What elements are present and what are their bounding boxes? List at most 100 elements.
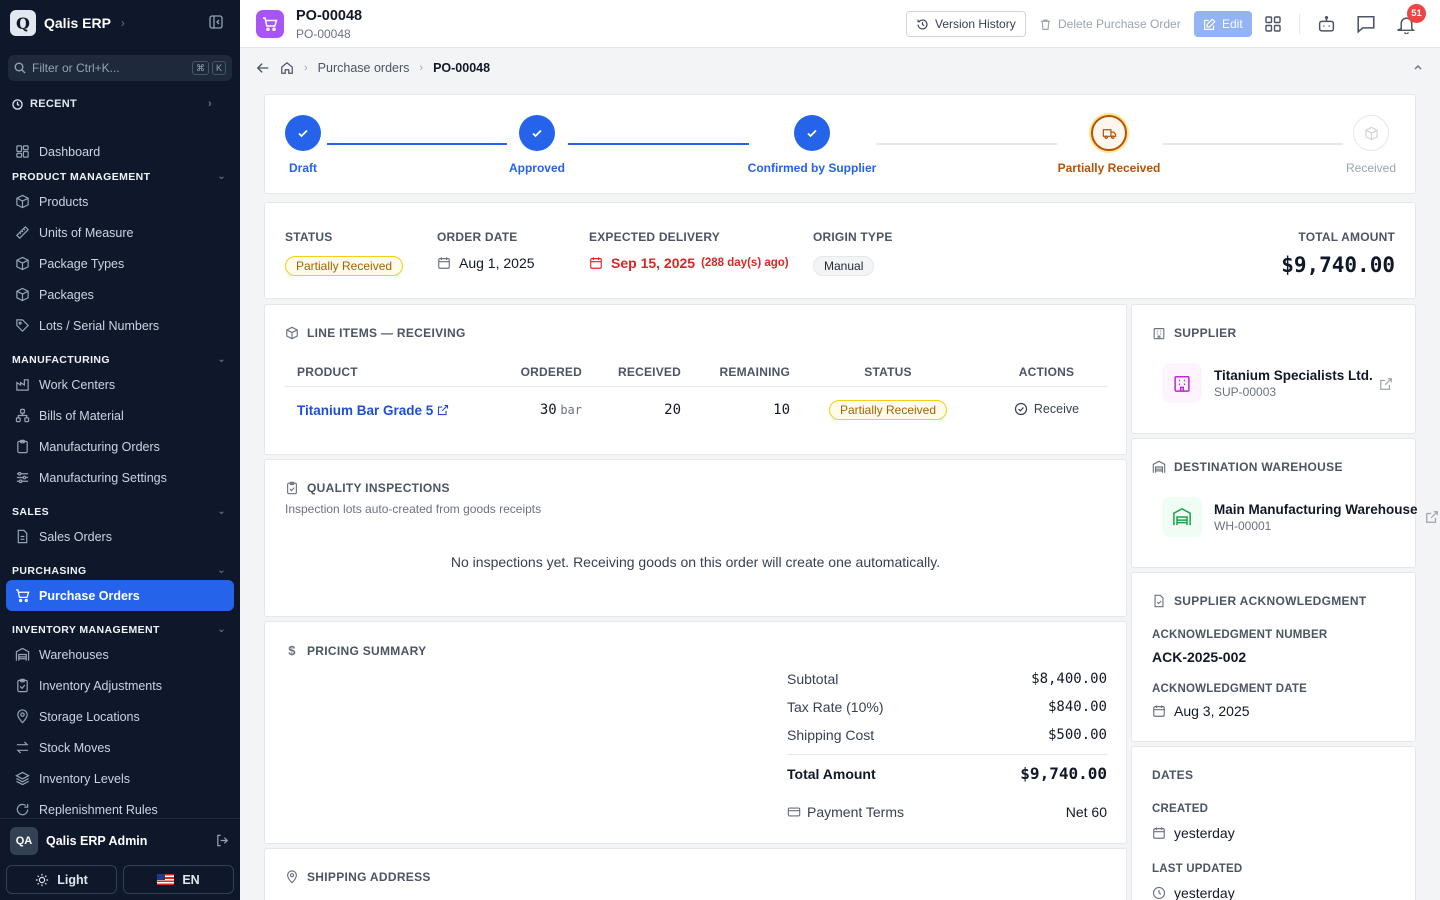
- sidebar-item-label: Inventory Adjustments: [39, 678, 162, 693]
- check-icon: [794, 115, 830, 151]
- sidebar-item-manufacturing-settings[interactable]: Manufacturing Settings: [6, 462, 234, 493]
- shipping-cost-label: Shipping Cost: [787, 727, 875, 743]
- back-arrow-icon[interactable]: [256, 61, 270, 75]
- truck-icon: [1091, 115, 1127, 151]
- sidebar-item-inventory-adjustments[interactable]: Inventory Adjustments: [6, 670, 234, 701]
- theme-toggle-button[interactable]: Light: [6, 865, 117, 894]
- sidebar-item-warehouses[interactable]: Warehouses: [6, 639, 234, 670]
- receive-button[interactable]: Receive: [1014, 402, 1079, 416]
- sidebar-item-lots-serial-numbers[interactable]: Lots / Serial Numbers: [6, 310, 234, 341]
- quality-inspections-card: QUALITY INSPECTIONS Inspection lots auto…: [264, 459, 1127, 617]
- package-check-icon: [1353, 115, 1389, 151]
- sidebar-item-label: Manufacturing Settings: [39, 470, 167, 485]
- supplier-entity[interactable]: Titanium Specialists Ltd. SUP-00003: [1162, 363, 1373, 403]
- chevron-up-icon[interactable]: [1412, 61, 1424, 73]
- home-icon[interactable]: [280, 61, 294, 75]
- sidebar-item-inventory-levels[interactable]: Inventory Levels: [6, 763, 234, 794]
- hierarchy-icon: [15, 408, 30, 423]
- sidebar-item-package-types[interactable]: Package Types: [6, 248, 234, 279]
- version-history-label: Version History: [935, 17, 1016, 31]
- language-button[interactable]: EN: [123, 865, 234, 894]
- remaining-qty: 10: [773, 402, 790, 419]
- table-row: Titanium Bar Grade 5 30 bar 20 10 Partia…: [285, 386, 1107, 434]
- version-history-button[interactable]: Version History: [906, 11, 1026, 37]
- nav-section-product-management[interactable]: PRODUCT MANAGEMENT ⌄: [6, 167, 234, 186]
- payment-terms-row: Payment Terms Net 60: [787, 804, 1107, 820]
- status-badge: Partially Received: [285, 256, 404, 276]
- sidebar-item-dashboard[interactable]: Dashboard: [6, 136, 234, 167]
- warehouse-entity[interactable]: Main Manufacturing Warehouse WH-00001: [1162, 497, 1418, 537]
- sidebar-item-packages[interactable]: Packages: [6, 279, 234, 310]
- nav-section-purchasing[interactable]: PURCHASING ⌄: [6, 561, 234, 580]
- chevron-down-icon: ⌄: [217, 506, 226, 517]
- quality-inspections-title: QUALITY INSPECTIONS: [307, 481, 450, 495]
- theme-label: Light: [57, 872, 88, 887]
- warehouse-icon: [1152, 460, 1166, 473]
- check-icon: [285, 115, 321, 151]
- external-link-icon[interactable]: [1425, 510, 1439, 524]
- supplier-acknowledgment-card: SUPPLIER ACKNOWLEDGMENT ACKNOWLEDGMENT N…: [1131, 572, 1416, 742]
- nav-section-manufacturing[interactable]: MANUFACTURING ⌄: [6, 350, 234, 369]
- map-pin-icon: [17, 709, 28, 724]
- payment-terms-value: Net 60: [1065, 804, 1107, 820]
- check-icon: [519, 115, 555, 151]
- sidebar-item-storage-locations[interactable]: Storage Locations: [6, 701, 234, 732]
- sidebar-filter-input[interactable]: [32, 61, 182, 75]
- acknowledgment-date-value: Aug 3, 2025: [1174, 703, 1250, 719]
- subtotal-label: Subtotal: [787, 671, 839, 687]
- received-qty: 20: [664, 402, 681, 419]
- sidebar-nav: Dashboard PRODUCT MANAGEMENT ⌄ Products U…: [6, 136, 234, 816]
- ordered-qty: 30: [539, 402, 557, 419]
- apps-grid-icon[interactable]: [1262, 13, 1284, 35]
- product-link[interactable]: Titanium Bar Grade 5: [297, 403, 433, 418]
- acknowledgment-number-label: ACKNOWLEDGMENT NUMBER: [1152, 629, 1328, 641]
- nav-section-inventory-management[interactable]: INVENTORY MANAGEMENT ⌄: [6, 620, 234, 639]
- dates-title: DATES: [1152, 768, 1194, 782]
- external-link-icon[interactable]: [437, 404, 449, 416]
- user-profile[interactable]: QA Qalis ERP Admin: [0, 818, 240, 862]
- total-amount-value: $9,740.00: [1281, 253, 1395, 277]
- sidebar-item-units-of-measure[interactable]: Units of Measure: [6, 217, 234, 248]
- sidebar-item-label: Storage Locations: [39, 709, 140, 724]
- avatar: QA: [10, 826, 38, 855]
- kbd-cmd: ⌘: [191, 61, 209, 75]
- sidebar-item-stock-moves[interactable]: Stock Moves: [6, 732, 234, 763]
- nav-section-title: PURCHASING: [12, 564, 87, 577]
- document-icon: [17, 529, 28, 544]
- box-icon: [16, 194, 29, 209]
- sliders-icon: [16, 471, 29, 484]
- sidebar-item-work-centers[interactable]: Work Centers: [6, 369, 234, 400]
- sidebar-item-label: Packages: [39, 287, 94, 302]
- sidebar-item-label: Work Centers: [39, 377, 116, 392]
- warehouse-icon: [15, 647, 30, 661]
- recent-toggle[interactable]: RECENT ›: [12, 98, 212, 110]
- bot-icon[interactable]: [1315, 13, 1337, 35]
- sidebar-item-products[interactable]: Products: [6, 186, 234, 217]
- status-label: STATUS: [285, 230, 333, 244]
- sidebar-item-bills-of-material[interactable]: Bills of Material: [6, 400, 234, 431]
- building-icon: [1153, 328, 1165, 340]
- external-link-icon[interactable]: [1379, 377, 1393, 391]
- breadcrumb-current: PO-00048: [433, 60, 491, 75]
- chat-icon[interactable]: [1355, 13, 1377, 35]
- column-header: PRODUCT: [285, 359, 495, 387]
- breadcrumb-parent[interactable]: Purchase orders: [318, 61, 410, 75]
- total-value: $9,740.00: [1020, 764, 1107, 783]
- chevron-right-icon: ›: [208, 98, 212, 110]
- sidebar-item-manufacturing-orders[interactable]: Manufacturing Orders: [6, 431, 234, 462]
- sidebar-item-purchase-orders[interactable]: Purchase Orders: [6, 580, 234, 611]
- line-items-title: LINE ITEMS — RECEIVING: [307, 326, 466, 340]
- recent-label: RECENT: [30, 98, 78, 110]
- sidebar-toggle-icon[interactable]: [209, 15, 225, 31]
- delete-purchase-order-button[interactable]: Delete Purchase Order: [1030, 11, 1190, 37]
- logout-icon[interactable]: [215, 833, 230, 848]
- warehouse-icon: [1162, 497, 1202, 537]
- sidebar-filter[interactable]: ⌘ K: [8, 55, 232, 81]
- sidebar-item-replenishment-rules[interactable]: Replenishment Rules: [6, 794, 234, 816]
- created-value: yesterday: [1174, 825, 1235, 841]
- edit-button[interactable]: Edit: [1194, 11, 1252, 37]
- sidebar-item-sales-orders[interactable]: Sales Orders: [6, 521, 234, 552]
- calendar-icon: [590, 257, 602, 269]
- nav-section-sales[interactable]: SALES ⌄: [6, 502, 234, 521]
- brand[interactable]: Q Qalis ERP ›: [10, 10, 125, 36]
